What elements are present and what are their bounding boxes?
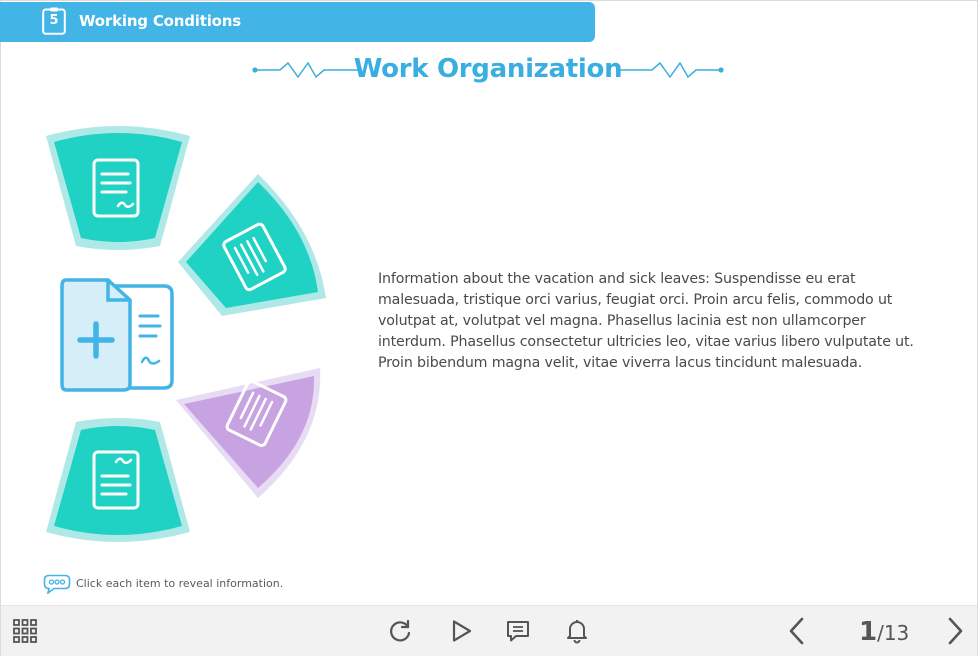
comment-icon [507,621,529,642]
hint-text: Click each item to reveal information. [76,577,284,590]
play-button[interactable] [441,606,481,656]
player-toolbar: 1/13 [1,605,977,656]
item-top[interactable] [40,122,196,254]
bell-icon [567,620,587,644]
comments-button[interactable] [498,606,538,656]
chapter-number: 5 [49,13,59,28]
speech-bubble-icon [43,574,71,595]
center-document-add-icon [60,278,174,392]
item-bottom[interactable] [40,416,196,550]
chevron-right-icon [948,617,963,645]
grid-icon [13,619,37,643]
chevron-left-icon [789,617,804,645]
chapter-header: 5 Working Conditions [0,2,595,42]
chapter-badge: 5 [42,7,66,35]
notifications-button[interactable] [557,606,597,656]
replay-button[interactable] [380,606,420,656]
prev-button[interactable] [777,606,817,656]
replay-icon [390,619,411,642]
menu-button[interactable] [5,606,45,656]
heartbeat-line-icon [618,61,724,79]
item-upper-right[interactable] [176,170,330,320]
info-text: Information about the vacation and sick … [378,271,914,371]
title-area: Work Organization [248,52,728,88]
total-pages: /13 [877,621,910,645]
next-button[interactable] [935,606,975,656]
item-wheel [36,118,336,558]
play-icon [452,620,472,642]
page-counter: 1/13 [859,617,909,647]
current-page: 1 [859,617,878,647]
item-lower-right[interactable] [174,364,326,504]
hint: Click each item to reveal information. [43,574,283,595]
chapter-title: Working Conditions [79,12,241,30]
